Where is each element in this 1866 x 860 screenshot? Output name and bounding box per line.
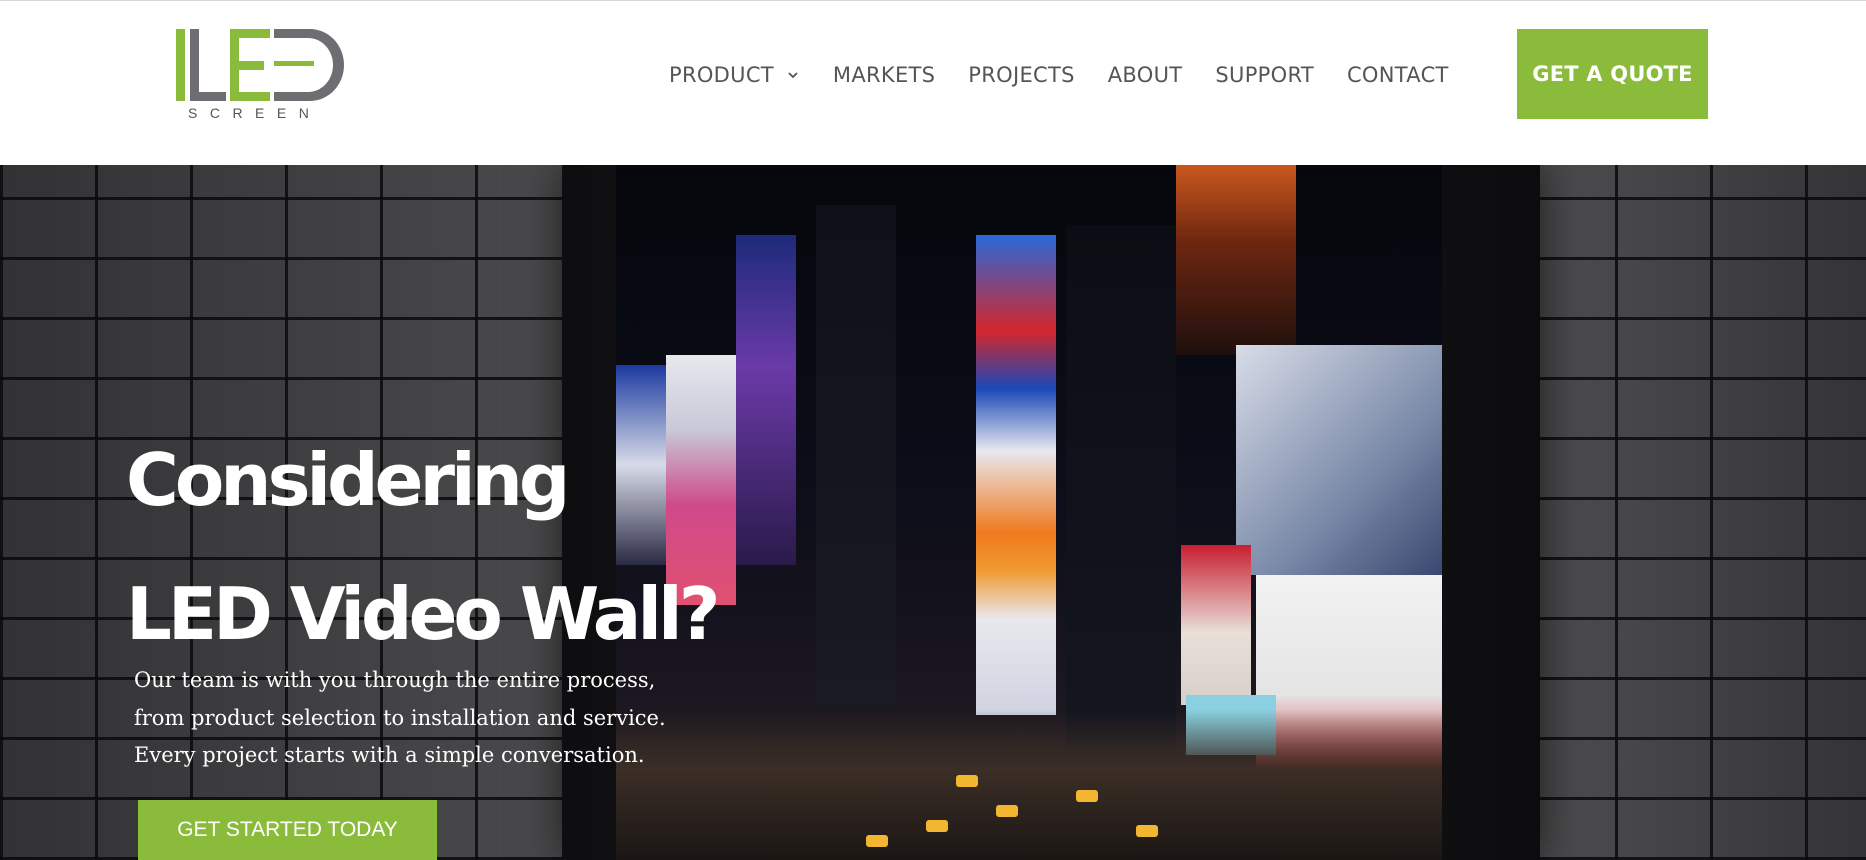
main-nav: PRODUCT MARKETS PROJECTS ABOUT SUPPORT C… <box>669 59 1449 91</box>
hero-section: Considering LED Video Wall? Our team is … <box>0 165 1866 860</box>
nav-item-support[interactable]: SUPPORT <box>1215 63 1314 87</box>
get-started-button[interactable]: GET STARTED TODAY <box>138 800 437 860</box>
chevron-down-icon <box>788 72 798 79</box>
nav-item-label: PRODUCT <box>669 63 774 87</box>
hero-subtitle-line1: Our team is with you through the entire … <box>134 668 656 692</box>
hero-title-line1: Considering <box>126 438 570 522</box>
logo-subtitle: SCREEN <box>188 105 322 121</box>
hero-title-line2: LED Video Wall? <box>126 572 720 656</box>
get-a-quote-button[interactable]: GET A QUOTE <box>1517 29 1708 119</box>
hero-subtitle-line3: Every project starts with a simple conve… <box>134 743 645 767</box>
site-header: SCREEN PRODUCT MARKETS PROJECTS ABOUT SU… <box>0 0 1866 165</box>
logo-mark-icon <box>176 29 344 101</box>
video-wall-image <box>616 165 1442 860</box>
led-screen-logo[interactable]: SCREEN <box>172 25 352 129</box>
nav-item-product[interactable]: PRODUCT <box>669 63 800 87</box>
nav-item-projects[interactable]: PROJECTS <box>968 63 1074 87</box>
nav-item-contact[interactable]: CONTACT <box>1347 63 1449 87</box>
nav-item-markets[interactable]: MARKETS <box>833 63 935 87</box>
street-scene <box>616 710 1442 860</box>
nav-item-about[interactable]: ABOUT <box>1108 63 1183 87</box>
hero-subtitle-line2: from product selection to installation a… <box>134 706 666 730</box>
